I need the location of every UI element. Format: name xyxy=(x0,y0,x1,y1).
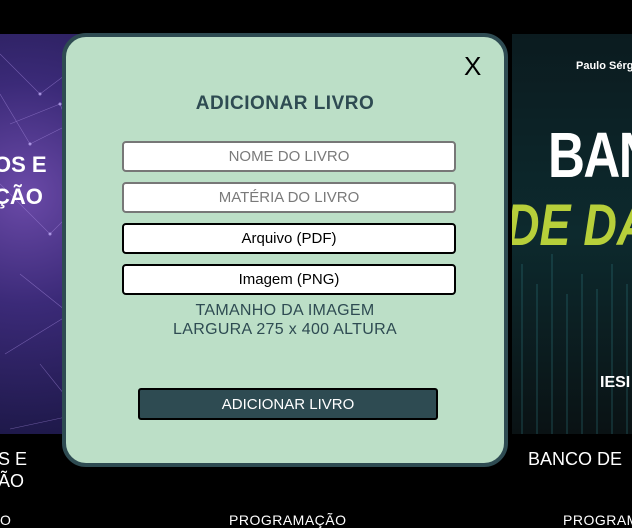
note-line: LARGURA 275 x 400 ALTURA xyxy=(173,321,397,338)
book-category-middle: PROGRAMAÇÃO xyxy=(229,512,347,528)
book-category-right: PROGRAM xyxy=(563,512,632,528)
book-name-input[interactable] xyxy=(124,147,454,166)
book-subject-input[interactable] xyxy=(124,188,454,207)
modal-title: ADICIONAR LIVRO xyxy=(195,93,375,114)
cover-text: ÇÃO xyxy=(0,184,43,209)
book-category-left: O xyxy=(0,512,12,528)
add-book-button[interactable]: ADICIONAR LIVRO xyxy=(138,388,438,420)
book-cover-right[interactable]: Paulo Sérgi BAN DE DA IESI xyxy=(512,34,632,434)
book-title-right[interactable]: BANCO DE xyxy=(528,448,622,470)
add-book-modal: X ADICIONAR LIVRO Arquivo (PDF) Imagem (… xyxy=(62,33,508,467)
image-size-note: TAMANHO DA IMAGEM LARGURA 275 x 400 ALTU… xyxy=(66,301,504,339)
pdf-file-button[interactable]: Arquivo (PDF) xyxy=(122,223,456,254)
cover-text: DE DA xyxy=(512,193,632,258)
close-icon[interactable]: X xyxy=(464,51,481,81)
book-subject-field[interactable] xyxy=(122,182,456,213)
cover-text: BAN xyxy=(548,119,632,191)
book-title-left[interactable]: S E ÃO xyxy=(0,448,27,492)
cover-text: OS E xyxy=(0,152,47,177)
publisher-logo: IESI xyxy=(600,374,631,391)
book-title-line: S E xyxy=(0,449,28,469)
note-line: TAMANHO DA IMAGEM xyxy=(195,302,375,319)
book-name-field[interactable] xyxy=(122,141,456,172)
cover-author: Paulo Sérgi xyxy=(576,60,632,72)
image-file-button[interactable]: Imagem (PNG) xyxy=(122,264,456,295)
book-title-line: ÃO xyxy=(0,471,25,491)
